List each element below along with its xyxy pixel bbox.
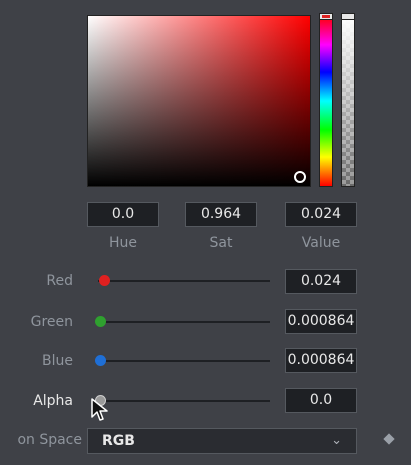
diamond-icon[interactable] bbox=[383, 433, 395, 445]
alpha-slider-track[interactable] bbox=[98, 400, 270, 402]
alpha-slider[interactable] bbox=[341, 15, 355, 187]
green-field[interactable]: 0.000864 bbox=[285, 309, 357, 334]
sat-label: Sat bbox=[209, 235, 233, 251]
saturation-value-field[interactable] bbox=[87, 15, 311, 187]
green-slider-handle[interactable] bbox=[94, 316, 106, 327]
chevron-down-icon: ⌄ bbox=[331, 433, 342, 448]
alpha-label: Alpha bbox=[33, 393, 73, 409]
value-field[interactable]: 0.024 bbox=[285, 202, 357, 227]
color-picker-cursor[interactable] bbox=[294, 171, 306, 183]
green-slider-track[interactable] bbox=[98, 321, 270, 323]
value-label: Value bbox=[301, 235, 341, 251]
color-space-value: RGB bbox=[102, 433, 135, 449]
hue-field[interactable]: 0.0 bbox=[87, 202, 159, 227]
blue-label: Blue bbox=[42, 353, 73, 369]
blue-slider-handle[interactable] bbox=[94, 355, 106, 366]
arrow-pointer-icon bbox=[91, 398, 108, 421]
hue-slider-handle[interactable] bbox=[319, 13, 333, 20]
red-field[interactable]: 0.024 bbox=[285, 269, 357, 294]
color-space-label: on Space bbox=[17, 432, 82, 448]
green-label: Green bbox=[30, 314, 73, 330]
alpha-slider-handle[interactable] bbox=[341, 13, 355, 20]
red-label: Red bbox=[46, 273, 73, 289]
hue-label: Hue bbox=[108, 235, 137, 251]
red-slider-handle[interactable] bbox=[98, 275, 110, 286]
blue-slider-track[interactable] bbox=[98, 360, 270, 362]
blue-field[interactable]: 0.000864 bbox=[285, 348, 357, 373]
alpha-field[interactable]: 0.0 bbox=[285, 388, 357, 413]
hue-slider[interactable] bbox=[319, 15, 333, 187]
red-slider-track[interactable] bbox=[98, 280, 270, 282]
color-space-select[interactable]: RGB ⌄ bbox=[87, 428, 357, 454]
sat-field[interactable]: 0.964 bbox=[185, 202, 257, 227]
